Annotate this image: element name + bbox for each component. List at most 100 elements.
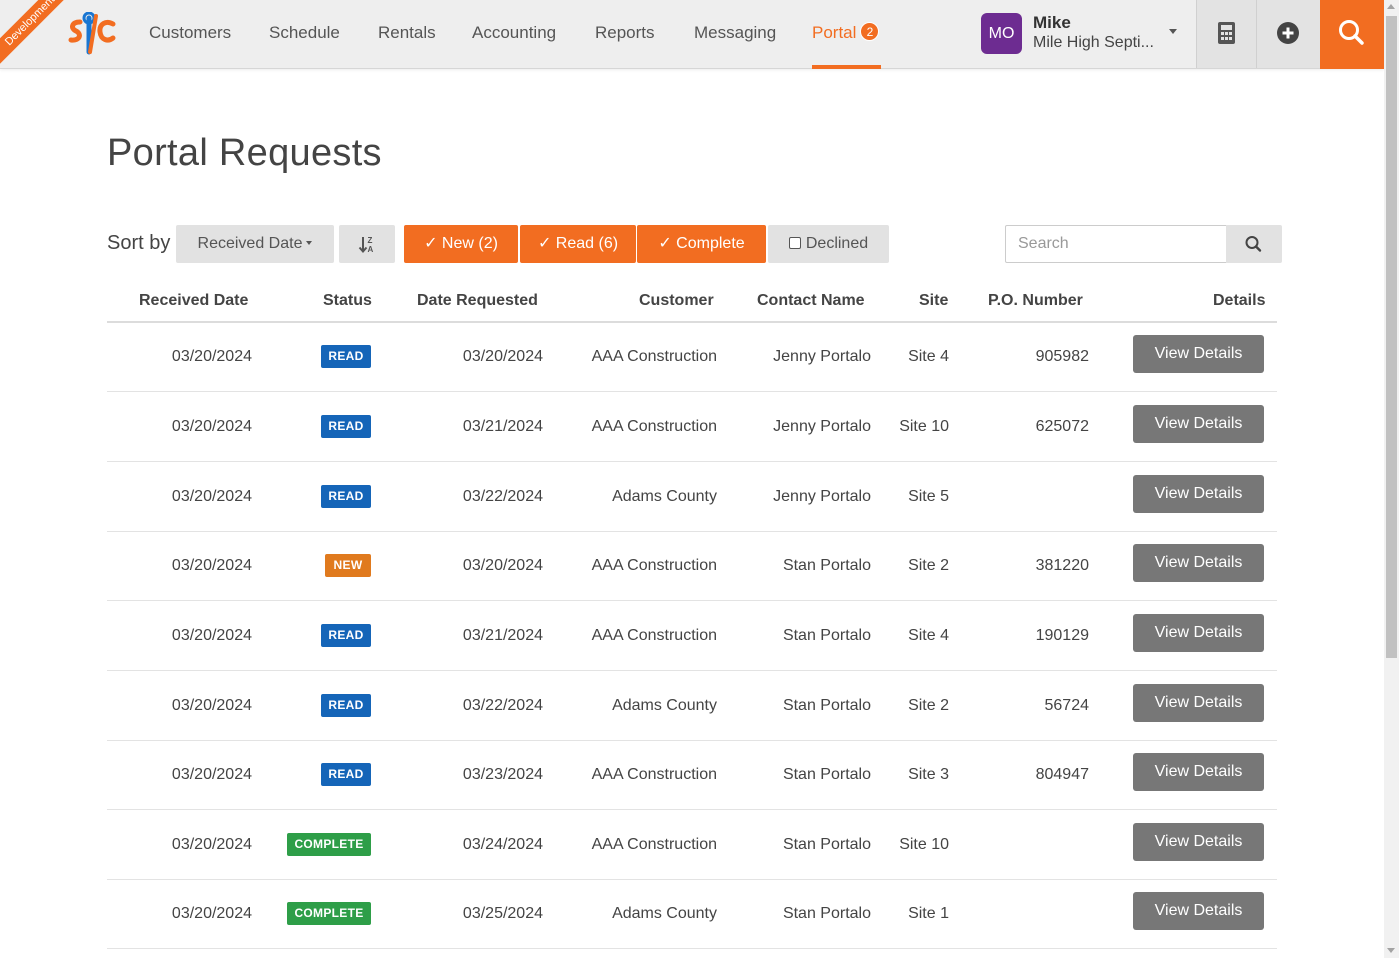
user-name: Mike (1033, 13, 1071, 32)
logo-icon (68, 11, 116, 55)
cell-received-date: 03/20/2024 (171, 836, 252, 853)
cell-customer: AAA Construction (591, 557, 717, 574)
cell-customer: Adams County (612, 905, 717, 922)
table-row: 03/20/2024 COMPLETE 03/25/2024 Adams County… (107, 879, 1277, 949)
view-details-button[interactable]: View Details (1133, 544, 1264, 582)
search-input[interactable] (1005, 225, 1227, 263)
cell-customer: Adams County (612, 488, 717, 505)
cell-contact-name: Stan Portalo (782, 905, 871, 922)
page-title: Portal Requests (107, 132, 382, 174)
nav-portal[interactable]: Portal 2 (812, 0, 881, 69)
cell-customer: AAA Construction (591, 836, 717, 853)
cell-contact-name: Stan Portalo (782, 697, 871, 714)
table-row: 03/20/2024 READ 03/22/2024 Adams County Jenn… (107, 462, 1277, 532)
table-row: 03/20/2024 READ 03/21/2024 AAA Construction… (107, 392, 1277, 462)
cell-date-requested: 03/23/2024 (462, 766, 543, 783)
nav-messaging[interactable]: Messaging (694, 0, 776, 69)
view-details-button[interactable]: View Details (1133, 892, 1264, 930)
table-row: 03/20/2024 READ 03/20/2024 AAA Construction… (107, 322, 1277, 392)
column-header-site[interactable]: Site (919, 292, 948, 310)
status-badge: COMPLETE (287, 833, 371, 856)
cell-po-number: 625072 (1035, 418, 1089, 435)
cell-date-requested: 03/22/2024 (462, 488, 543, 505)
search-icon (1245, 236, 1262, 252)
app-logo[interactable] (66, 11, 116, 56)
cell-site: Site 2 (908, 557, 949, 574)
view-details-button[interactable]: View Details (1133, 753, 1264, 791)
status-badge: READ (321, 624, 371, 647)
user-menu[interactable]: MO Mike Mile High Septi... (981, 12, 1186, 56)
status-badge: READ (321, 763, 371, 786)
view-details-button[interactable]: View Details (1133, 405, 1264, 443)
table-row: 03/20/2024 READ 03/21/2024 AAA Construction… (107, 601, 1277, 671)
cell-received-date: 03/20/2024 (171, 418, 252, 435)
declined-checkbox[interactable] (788, 237, 801, 249)
scroll-down-icon[interactable] (1387, 948, 1395, 953)
cell-contact-name: Stan Portalo (782, 627, 871, 644)
search-icon (1339, 20, 1364, 45)
nav-schedule[interactable]: Schedule (269, 0, 340, 69)
column-header-received-date[interactable]: Received Date (139, 292, 248, 310)
chevron-down-icon (306, 241, 313, 245)
filter-declined-toggle[interactable]: Declined (768, 225, 889, 263)
column-header-contact-name[interactable]: Contact Name (757, 292, 865, 310)
column-header-status[interactable]: Status (323, 292, 372, 310)
cell-customer: AAA Construction (591, 418, 717, 435)
table-row: 03/20/2024 READ 03/22/2024 Adams County Stan… (107, 671, 1277, 741)
cell-received-date: 03/20/2024 (171, 348, 252, 365)
top-nav: Development Customers Schedule Rentals A… (0, 0, 1384, 70)
filter-complete-toggle[interactable]: ✓ Complete (637, 225, 766, 263)
cell-site: Site 5 (908, 488, 949, 505)
nav-reports[interactable]: Reports (595, 0, 655, 69)
cell-po-number: 905982 (1035, 348, 1089, 365)
cell-date-requested: 03/22/2024 (462, 697, 543, 714)
cell-site: Site 4 (908, 627, 949, 644)
cell-date-requested: 03/20/2024 (462, 348, 543, 365)
cell-po-number (967, 879, 1089, 948)
column-header-customer[interactable]: Customer (639, 292, 714, 310)
cell-customer: AAA Construction (591, 348, 717, 365)
view-details-button[interactable]: View Details (1133, 614, 1264, 652)
cell-date-requested: 03/25/2024 (462, 905, 543, 922)
cell-customer: Adams County (612, 697, 717, 714)
global-search-button[interactable] (1320, 0, 1384, 69)
svg-text:A: A (368, 245, 374, 254)
view-details-button[interactable]: View Details (1133, 335, 1264, 373)
cell-contact-name: Stan Portalo (782, 836, 871, 853)
cell-date-requested: 03/20/2024 (462, 557, 543, 574)
filter-declined-label: Declined (805, 235, 869, 252)
view-details-button[interactable]: View Details (1133, 684, 1264, 722)
filter-read-toggle[interactable]: ✓ Read (6) (520, 225, 636, 263)
cell-received-date: 03/20/2024 (171, 697, 252, 714)
sort-field-dropdown[interactable]: Received Date (176, 225, 334, 263)
add-button[interactable] (1256, 0, 1320, 68)
filter-new-toggle[interactable]: ✓ New (2) (404, 225, 518, 263)
view-details-button[interactable]: View Details (1133, 475, 1264, 513)
nav-accounting[interactable]: Accounting (472, 0, 556, 69)
cell-site: Site 10 (899, 836, 949, 853)
cell-received-date: 03/20/2024 (171, 766, 252, 783)
portal-count-badge: 2 (860, 22, 880, 41)
column-header-date-requested[interactable]: Date Requested (417, 292, 538, 310)
search-submit-button[interactable] (1226, 225, 1282, 263)
sort-by-label: Sort by (107, 232, 171, 254)
scrollbar-thumb[interactable] (1386, 16, 1397, 658)
status-badge: READ (321, 345, 371, 368)
avatar: MO (981, 13, 1022, 54)
column-header-po-number[interactable]: P.O. Number (988, 292, 1083, 310)
status-badge: COMPLETE (287, 902, 371, 925)
nav-customers[interactable]: Customers (149, 0, 231, 69)
calculator-button[interactable] (1196, 0, 1256, 68)
cell-contact-name: Stan Portalo (782, 766, 871, 783)
cell-contact-name: Stan Portalo (782, 557, 871, 574)
scroll-up-icon[interactable] (1387, 4, 1395, 9)
page-scrollbar[interactable] (1384, 0, 1399, 958)
cell-received-date: 03/20/2024 (171, 905, 252, 922)
plus-circle-icon (1277, 22, 1299, 44)
sort-direction-button[interactable]: Z A (339, 225, 395, 263)
nav-portal-label: Portal (812, 23, 857, 42)
nav-rentals[interactable]: Rentals (378, 0, 436, 69)
cell-po-number: 381220 (1035, 557, 1089, 574)
cell-site: Site 2 (908, 697, 949, 714)
view-details-button[interactable]: View Details (1133, 823, 1264, 861)
